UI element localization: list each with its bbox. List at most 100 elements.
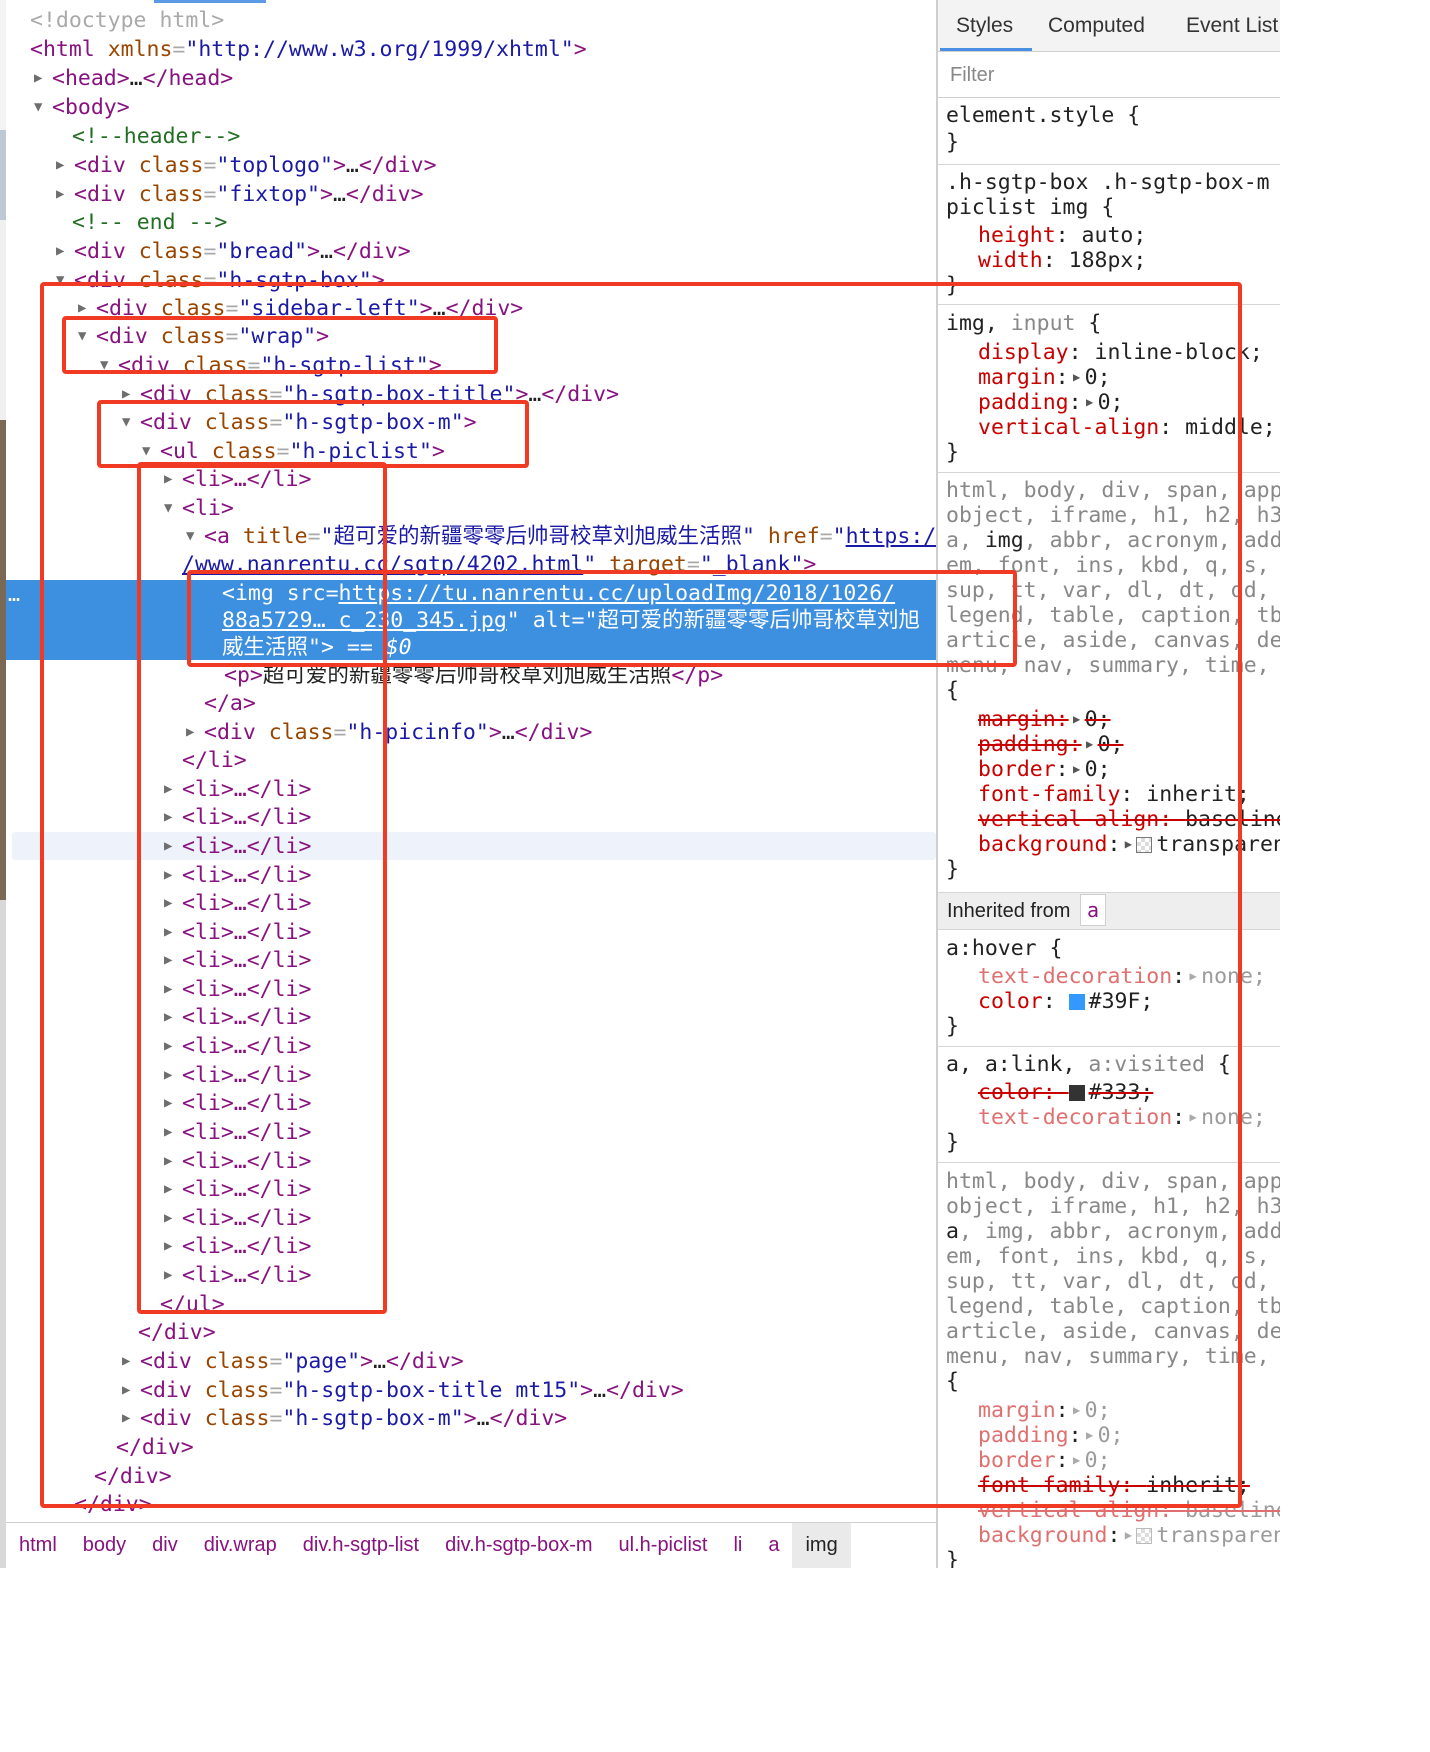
css-declaration-inherited[interactable]: padding: ▶ 0; — [978, 1423, 1123, 1448]
expand-arrow-icon[interactable]: ▶ — [164, 1204, 182, 1233]
dom-node-sgtp-list[interactable]: ▼ <div class="h-sgtp-list"> — [100, 351, 936, 380]
dom-node-li-collapsed[interactable]: ▶ <li>…</li> — [164, 1204, 936, 1233]
expand-arrow-icon[interactable]: ▶ — [164, 1232, 182, 1261]
selected-node-row[interactable]: <img src=https://tu.nanrentu.cc/uploadIm… — [6, 580, 936, 660]
dom-node-page[interactable]: ▶ <div class="page">…</div> — [122, 1347, 936, 1376]
rule-selector[interactable]: em, font, ins, kbd, q, s, — [946, 553, 1270, 578]
dom-node-toplogo[interactable]: ▶ <div class="toplogo">…</div> — [56, 151, 936, 180]
expand-arrow-icon[interactable]: ▶ — [164, 918, 182, 947]
rule-selector[interactable]: element.style { — [946, 103, 1140, 128]
img-src-link-2[interactable]: 88a5729… c_230_345.jpg — [222, 608, 507, 633]
rule-selector[interactable]: object, iframe, h1, h2, h3 — [946, 503, 1280, 528]
inherited-element-link[interactable]: a — [1079, 894, 1106, 926]
rule-selector[interactable]: em, font, ins, kbd, q, s, — [946, 1244, 1270, 1269]
breadcrumb-item-li[interactable]: li — [720, 1523, 755, 1568]
tab-computed[interactable]: Computed — [1048, 0, 1145, 52]
tab-styles[interactable]: Styles — [956, 0, 1013, 52]
dom-node-box-title[interactable]: ▶ <div class="h-sgtp-box-title">…</div> — [122, 380, 936, 409]
breadcrumb-item-img[interactable]: img — [792, 1523, 851, 1568]
dom-node-p[interactable]: <p>超可爱的新疆零零后帅哥校草刘旭威生活照</p> — [224, 661, 936, 690]
expand-arrow-icon[interactable]: ▶ — [164, 1147, 182, 1176]
css-declaration[interactable]: color: #39F; — [978, 989, 1153, 1014]
color-swatch[interactable] — [1136, 837, 1153, 853]
expand-arrow-icon[interactable]: ▶ — [164, 832, 182, 861]
css-declaration-overridden[interactable]: padding: ▶ 0; — [978, 732, 1123, 757]
dom-node-li-collapsed[interactable]: ▶ <li>…</li> — [164, 1032, 936, 1061]
expand-arrow-icon[interactable]: ▶ — [122, 1404, 140, 1433]
collapse-arrow-icon[interactable]: ▼ — [142, 437, 160, 466]
dom-node-li-collapsed[interactable]: ▶ <li>…</li> — [164, 975, 936, 1004]
rule-selector[interactable]: legend, table, caption, tb — [946, 1294, 1280, 1319]
breadcrumb-item-body[interactable]: body — [70, 1523, 139, 1568]
css-declaration-overridden[interactable]: color: #333; — [978, 1080, 1153, 1105]
breadcrumb-item-div[interactable]: div — [139, 1523, 191, 1568]
collapse-arrow-icon[interactable]: ▼ — [186, 522, 204, 551]
css-declaration[interactable]: height: auto; — [978, 223, 1146, 248]
dom-node-li-collapsed[interactable]: ▶ <li>…</li> — [164, 889, 936, 918]
css-declaration-overridden[interactable]: vertical-align: baseline — [978, 807, 1280, 832]
collapse-arrow-icon[interactable]: ▼ — [56, 266, 74, 295]
dom-node-li-collapsed[interactable]: ▶ <li>…</li> — [164, 832, 936, 861]
expand-arrow-icon[interactable]: ▶ — [164, 1261, 182, 1290]
collapse-arrow-icon[interactable]: ▼ — [122, 408, 140, 437]
dom-doctype[interactable]: <!doctype html> — [30, 6, 936, 35]
dom-node-sidebar-left[interactable]: ▶ <div class="sidebar-left">…</div> — [78, 294, 936, 323]
dom-node-fixtop[interactable]: ▶ <div class="fixtop">…</div> — [56, 180, 936, 209]
dom-node-li-collapsed[interactable]: ▶ <li>…</li> — [164, 1061, 936, 1090]
collapse-arrow-icon[interactable]: ▼ — [100, 351, 118, 380]
elements-panel[interactable]: <img src=https://tu.nanrentu.cc/uploadIm… — [6, 0, 936, 1520]
dom-node-li-collapsed[interactable]: ▶ <li>…</li> — [164, 803, 936, 832]
expand-arrow-icon[interactable]: ▶ — [34, 64, 52, 93]
dom-comment-header[interactable]: <!--header--> — [72, 122, 936, 151]
dom-comment-end[interactable]: <!-- end --> — [72, 208, 936, 237]
collapse-arrow-icon[interactable]: ▼ — [78, 322, 96, 351]
img-src-link[interactable]: https://tu.nanrentu.cc/uploadImg/2018/10… — [339, 581, 896, 606]
rule-selector[interactable]: piclist img { — [946, 195, 1114, 220]
css-declaration-inherited[interactable]: border: ▶ 0; — [978, 1448, 1111, 1473]
rule-selector[interactable]: sup, tt, var, dl, dt, dd, — [946, 1269, 1270, 1294]
breadcrumb-item-div-wrap[interactable]: div.wrap — [191, 1523, 290, 1568]
expand-arrow-icon[interactable]: ▶ — [56, 180, 74, 209]
css-declaration[interactable]: font-family: inherit; — [978, 782, 1250, 807]
expand-arrow-icon[interactable]: ▶ — [164, 1003, 182, 1032]
collapse-arrow-icon[interactable]: ▼ — [34, 93, 52, 122]
css-declaration[interactable]: width: 188px; — [978, 248, 1146, 273]
dom-node-li-collapsed[interactable]: ▶ <li>…</li> — [164, 918, 936, 947]
breadcrumb-item-box-m[interactable]: div.h-sgtp-box-m — [432, 1523, 605, 1568]
dom-node-li-collapsed[interactable]: ▶ <li>…</li> — [164, 1003, 936, 1032]
dom-node-wrap[interactable]: ▼ <div class="wrap"> — [78, 322, 936, 351]
expand-arrow-icon[interactable]: ▶ — [56, 237, 74, 266]
breadcrumb-item-piclist[interactable]: ul.h-piclist — [606, 1523, 721, 1568]
href-link-2[interactable]: /www.nanrentu.cc/sgtp/4202.html — [182, 552, 583, 577]
css-declaration-inherited[interactable]: text-decoration: ▶ none; — [978, 1105, 1266, 1130]
dom-node-li-collapsed[interactable]: ▶ <li>…</li> — [164, 1147, 936, 1176]
dom-node-li-collapsed[interactable]: ▶ <li>…</li> — [164, 1118, 936, 1147]
breadcrumb-item-html[interactable]: html — [6, 1523, 70, 1568]
rule-selector[interactable]: sup, tt, var, dl, dt, dd, — [946, 578, 1270, 603]
expand-arrow-icon[interactable]: ▶ — [164, 775, 182, 804]
expand-arrow-icon[interactable]: ▶ — [164, 1032, 182, 1061]
dom-node-li-collapsed[interactable]: ▶ <li>…</li> — [164, 1232, 936, 1261]
rule-selector[interactable]: article, aside, canvas, de — [946, 628, 1280, 653]
styles-filter-input[interactable]: Filter — [938, 52, 1280, 98]
dom-close-div[interactable]: </div> — [138, 1318, 936, 1347]
dom-node-bread[interactable]: ▶ <div class="bread">…</div> — [56, 237, 936, 266]
expand-arrow-icon[interactable]: ▶ — [122, 1376, 140, 1405]
dom-close-li[interactable]: </li> — [182, 746, 936, 775]
expand-arrow-icon[interactable]: ▶ — [164, 1061, 182, 1090]
dom-node-head[interactable]: ▶ <head>…</head> — [34, 64, 936, 93]
css-declaration-inherited[interactable]: text-decoration: ▶ none; — [978, 964, 1266, 989]
tab-event-listeners[interactable]: Event List — [1186, 0, 1278, 52]
rule-selector[interactable]: img, input { — [946, 311, 1101, 336]
dom-node-li-collapsed[interactable]: ▶ <li>…</li> — [164, 1089, 936, 1118]
rule-selector[interactable]: object, iframe, h1, h2, h3 — [946, 1194, 1280, 1219]
dom-node-piclist[interactable]: ▼ <ul class="h-piclist"> — [142, 437, 936, 466]
color-swatch[interactable] — [1068, 994, 1085, 1010]
expand-arrow-icon[interactable]: ▶ — [122, 1347, 140, 1376]
expand-triangle-icon[interactable]: ▶ — [1120, 832, 1136, 857]
rule-selector[interactable]: a:hover { — [946, 936, 1063, 961]
rule-selector[interactable]: legend, table, caption, tb — [946, 603, 1280, 628]
dom-node-li-collapsed[interactable]: ▶ <li>…</li> — [164, 946, 936, 975]
dom-node-li-collapsed[interactable]: ▶ <li>…</li> — [164, 1261, 936, 1290]
expand-arrow-icon[interactable]: ▶ — [186, 718, 204, 747]
